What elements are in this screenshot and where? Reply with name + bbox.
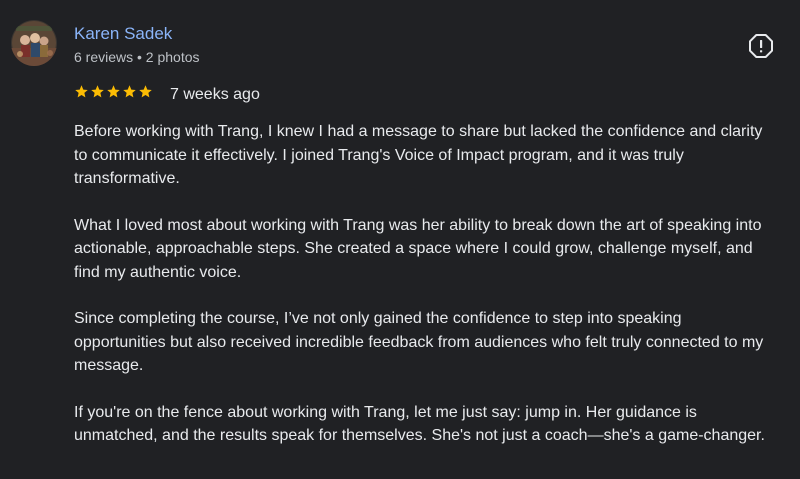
star-rating <box>74 84 153 99</box>
review-text: Before working with Trang, I knew I had … <box>74 120 774 471</box>
report-icon <box>749 34 773 58</box>
review-paragraph: Before working with Trang, I knew I had … <box>74 123 763 187</box>
avatar-photo <box>11 20 57 66</box>
review-paragraph: What I loved most about working with Tra… <box>74 216 762 281</box>
avatar[interactable] <box>11 20 57 66</box>
review-paragraph: If you're on the fence about working wit… <box>74 403 765 445</box>
review-time: 7 weeks ago <box>170 86 260 103</box>
star-icon <box>107 85 120 98</box>
reviewer-meta: 6 reviews • 2 photos <box>74 49 200 65</box>
star-icon <box>75 85 88 98</box>
reviewer-name[interactable]: Karen Sadek <box>74 22 172 46</box>
star-icon <box>123 85 136 98</box>
review-paragraph: Since completing the course, I’ve not on… <box>74 310 764 374</box>
report-button[interactable] <box>748 33 774 59</box>
review-card: Karen Sadek 6 reviews • 2 photos 7 weeks… <box>0 0 800 479</box>
star-icon <box>91 85 104 98</box>
star-icon <box>139 85 152 98</box>
